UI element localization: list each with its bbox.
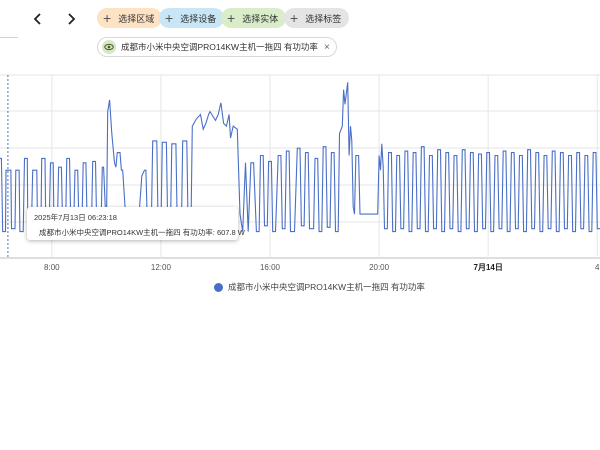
tooltip-series-name: 成都市小米中央空调PRO14KW主机一拖四 有功功率 [39, 228, 213, 237]
legend-label: 成都市小米中央空调PRO14KW主机一拖四 有功功率 [228, 282, 425, 292]
tooltip-value: 607.8 W [216, 228, 245, 237]
tooltip-row: 成都市小米中央空调PRO14KW主机一拖四 有功功率 : 607.8 W [34, 227, 245, 238]
x-tick-label: 7月14日 [474, 263, 503, 272]
chart-tooltip: 2025年7月13日 06:23:18 成都市小米中央空调PRO14KW主机一拖… [27, 207, 245, 240]
x-tick-label: 8:00 [44, 263, 60, 272]
history-line-chart: 8:00 12:00 16:00 20:00 7月14日 4 [0, 74, 600, 272]
chart-legend-item[interactable]: 成都市小米中央空调PRO14KW主机一拖四 有功功率 [214, 281, 425, 293]
x-tick-label: 16:00 [260, 263, 281, 272]
x-axis-ticks: 8:00 12:00 16:00 20:00 7月14日 4 [44, 263, 600, 272]
x-tick-label: 4 [595, 263, 600, 272]
tooltip-time: 2025年7月13日 06:23:18 [34, 213, 117, 222]
legend-color-dot [214, 282, 223, 292]
x-tick-label: 20:00 [369, 263, 390, 272]
x-tick-label: 12:00 [151, 263, 172, 272]
